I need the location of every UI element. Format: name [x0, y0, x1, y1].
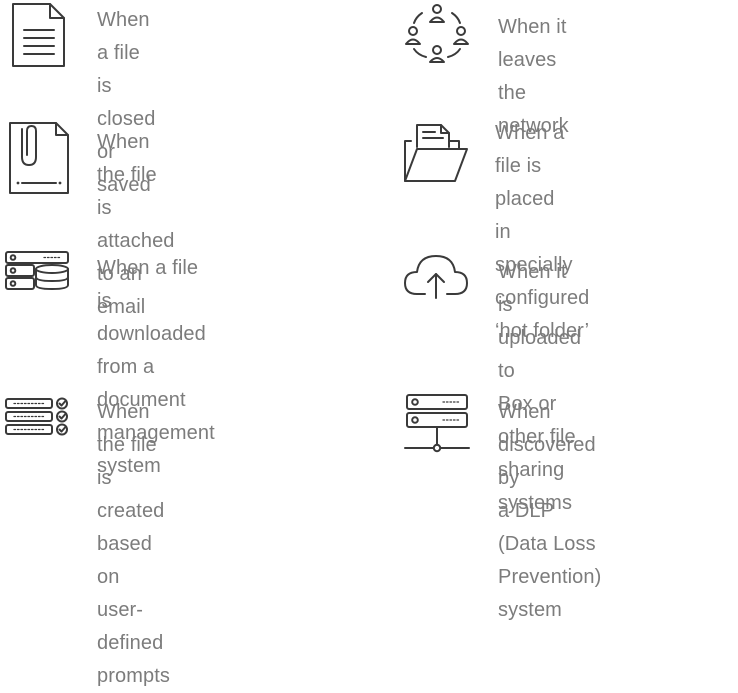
- open-folder-icon: [403, 123, 469, 183]
- document-icon: [10, 2, 66, 68]
- server-database-icon: [4, 250, 72, 290]
- network-people-icon: [404, 2, 470, 64]
- paperclip-file-icon: [8, 121, 70, 195]
- trigger-label: When the file is created based on user-d…: [97, 401, 170, 687]
- checklist-icon: [4, 395, 72, 441]
- trigger-label: When discovered by a DLP (Data Loss Prev…: [498, 401, 602, 621]
- cloud-upload-icon: [403, 250, 469, 300]
- network-server-icon: [404, 391, 470, 461]
